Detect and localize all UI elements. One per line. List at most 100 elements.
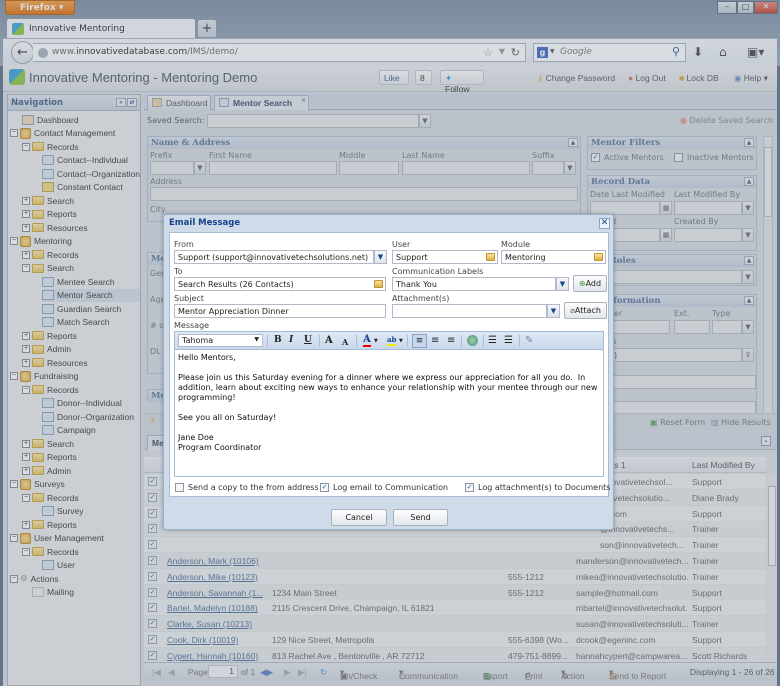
sidebar-item-mailing[interactable]: Mailing (22, 586, 140, 599)
contact-name-link[interactable]: Anderson, Savannah (1... (167, 588, 263, 598)
row-checkbox[interactable]: ✓ (148, 587, 157, 597)
expand-icon[interactable]: + (22, 223, 30, 232)
close-window-button[interactable]: ✕ (754, 1, 778, 14)
middle-input[interactable] (339, 161, 399, 175)
from-dropdown[interactable]: ▼ (374, 250, 387, 264)
collapse-sidebar-icon[interactable]: « (116, 98, 126, 107)
search-bar[interactable]: g ▼ Google ⚲ (533, 43, 686, 62)
table-row[interactable]: ✓ Cook, Dirk (10019) 129 Nice Street, Metr… (144, 632, 766, 648)
date-last-modified-input[interactable] (590, 201, 660, 215)
numbered-list-button[interactable]: ☰ (488, 335, 497, 346)
sidebar-item-surveys[interactable]: − Surveys (10, 478, 140, 491)
suffix-dropdown[interactable]: ▼ (564, 161, 576, 175)
attachments-dropdown[interactable]: ▼ (547, 304, 560, 318)
maximize-button[interactable]: □ (737, 1, 754, 14)
first-page-icon[interactable]: |◀ (152, 667, 161, 678)
table-row[interactable]: ✓ Anderson, Savannah (1... 1234 Main Stree… (144, 584, 766, 601)
align-left-button[interactable]: ≡ (412, 334, 427, 348)
sidebar-item-user-management[interactable]: − User Management (10, 532, 140, 545)
send-to-report-button[interactable]: ▤ Send to Report ▾ (609, 667, 666, 681)
refresh-tree-icon[interactable]: ⇄ (127, 98, 137, 107)
sidebar-item-reports[interactable]: + Reports (22, 518, 140, 531)
font-family-select[interactable]: Tahoma ▼ (178, 334, 263, 347)
firefox-menu-button[interactable]: Firefox ▾ (5, 0, 75, 15)
collapse-icon[interactable]: − (10, 534, 18, 542)
sidebar-item-search[interactable]: − Search (22, 262, 140, 275)
sidebar-item-records[interactable]: − Records (22, 491, 140, 504)
sidebar-item-contact-organization[interactable]: Contact--Organization (42, 167, 140, 180)
message-body[interactable]: Hello Mentors, Please join us this Satur… (175, 350, 603, 456)
sidebar-item-reports[interactable]: + Reports (22, 208, 140, 221)
sidebar-item-campaign[interactable]: Campaign (42, 424, 140, 437)
bold-button[interactable]: B (274, 335, 282, 345)
type-dropdown[interactable]: ▼ (742, 320, 754, 334)
saved-search-dropdown[interactable]: ▼ (419, 114, 431, 128)
home-icon[interactable]: ⌂ (719, 45, 727, 59)
sidebar-item-actions[interactable]: − ⚙ Actions (10, 572, 140, 585)
expand-icon[interactable]: + (22, 358, 30, 367)
sidebar-item-reports[interactable]: + Reports (22, 451, 140, 464)
downloads-icon[interactable]: ⬇ (693, 45, 703, 59)
row-checkbox[interactable]: ✓ (148, 556, 157, 565)
bullet-list-button[interactable]: ☰ (504, 335, 513, 346)
table-row[interactable]: ✓ son@innovativetech... Trainer (144, 537, 766, 554)
sidebar-item-mentoring[interactable]: − Mentoring (10, 235, 140, 248)
row-checkbox[interactable]: ✓ (148, 650, 157, 660)
lock-db-link[interactable]: ■ Lock DB (679, 73, 719, 83)
expand-results-icon[interactable]: ⌄ (761, 436, 771, 446)
insert-link-icon[interactable] (467, 335, 478, 346)
prefix-select[interactable] (150, 161, 194, 175)
sidebar-item-survey[interactable]: Survey (42, 505, 140, 518)
collapse-icon[interactable]: ▲ (568, 138, 578, 147)
row-checkbox[interactable]: ✓ (148, 571, 157, 581)
sidebar-item-search[interactable]: + Search (22, 194, 140, 207)
sidebar-item-mentor-search[interactable]: Mentor Search (42, 288, 140, 302)
ext-input[interactable] (674, 320, 710, 334)
from-select[interactable]: Support (support@innovativetechsolutions… (174, 250, 374, 264)
close-tab-icon[interactable]: ✕ (301, 97, 306, 104)
sidebar-item-user[interactable]: User (42, 559, 140, 572)
contact-name-link[interactable]: Cook, Dirk (10019) (167, 635, 263, 645)
add-label-button[interactable]: ⊕Add (573, 275, 607, 292)
created-by-dropdown[interactable]: ▼ (742, 228, 754, 242)
hide-results-button[interactable]: ▥ Hide Results (711, 418, 771, 427)
prefix-dropdown[interactable]: ▼ (194, 161, 206, 175)
collapse-icon[interactable]: − (10, 574, 18, 583)
engine-dropdown-icon[interactable]: ▼ (550, 48, 555, 55)
row-checkbox[interactable]: ✓ (148, 635, 157, 644)
results-scrollbar[interactable] (767, 474, 777, 662)
contact-name-link[interactable]: Anderson, Mike (10123) (167, 572, 263, 582)
back-button[interactable]: ← (11, 41, 34, 64)
sidebar-item-reports[interactable]: + Reports (22, 329, 140, 342)
table-row[interactable]: ✓ Clarke, Susan (10213) susan@innovativete… (144, 616, 766, 633)
facebook-like-button[interactable]: Like (379, 70, 409, 85)
created-by-select[interactable] (674, 228, 742, 242)
expand-icon[interactable]: + (22, 196, 30, 205)
reload-icon[interactable]: ↻ (511, 46, 520, 59)
tab-dashboard[interactable]: Dashboard (147, 95, 211, 110)
contact-field-input[interactable] (590, 375, 756, 389)
uncheck-button[interactable]: ▣ Un/Check ▾ (340, 667, 377, 681)
suffix-select[interactable] (532, 161, 564, 175)
sidebar-item-mentee-search[interactable]: Mentee Search (42, 275, 140, 288)
collapse-icon[interactable]: − (10, 237, 18, 245)
delete-saved-search-button[interactable]: ● Delete Saved Search (680, 116, 773, 125)
browser-tab[interactable]: Innovative Mentoring (6, 18, 196, 39)
sidebar-item-resources[interactable]: + Resources (22, 221, 140, 234)
sidebar-item-records[interactable]: − Records (22, 140, 140, 153)
align-right-button[interactable]: ≡ (447, 335, 455, 346)
last-modified-by-select[interactable] (674, 201, 742, 215)
attachments-select[interactable] (392, 304, 547, 318)
row-checkbox[interactable]: ✓ (148, 477, 157, 486)
attach-button[interactable]: ⌀Attach (564, 302, 607, 319)
subject-input[interactable]: Mentor Appreciation Dinner (174, 304, 386, 318)
sidebar-item-records[interactable]: − Records (22, 383, 140, 396)
tab-mentor-search[interactable]: Mentor Search ✕ (214, 95, 309, 110)
send-button[interactable]: Send (393, 509, 448, 526)
collapse-icon[interactable]: ▲ (744, 296, 754, 305)
expand-icon[interactable]: + (22, 439, 30, 448)
log-email-checkbox[interactable]: ✓ Log email to Communication (320, 483, 448, 492)
calendar-icon[interactable]: ▦ (660, 228, 672, 242)
expand-icon[interactable]: + (22, 466, 30, 475)
saved-search-input[interactable] (207, 114, 419, 128)
